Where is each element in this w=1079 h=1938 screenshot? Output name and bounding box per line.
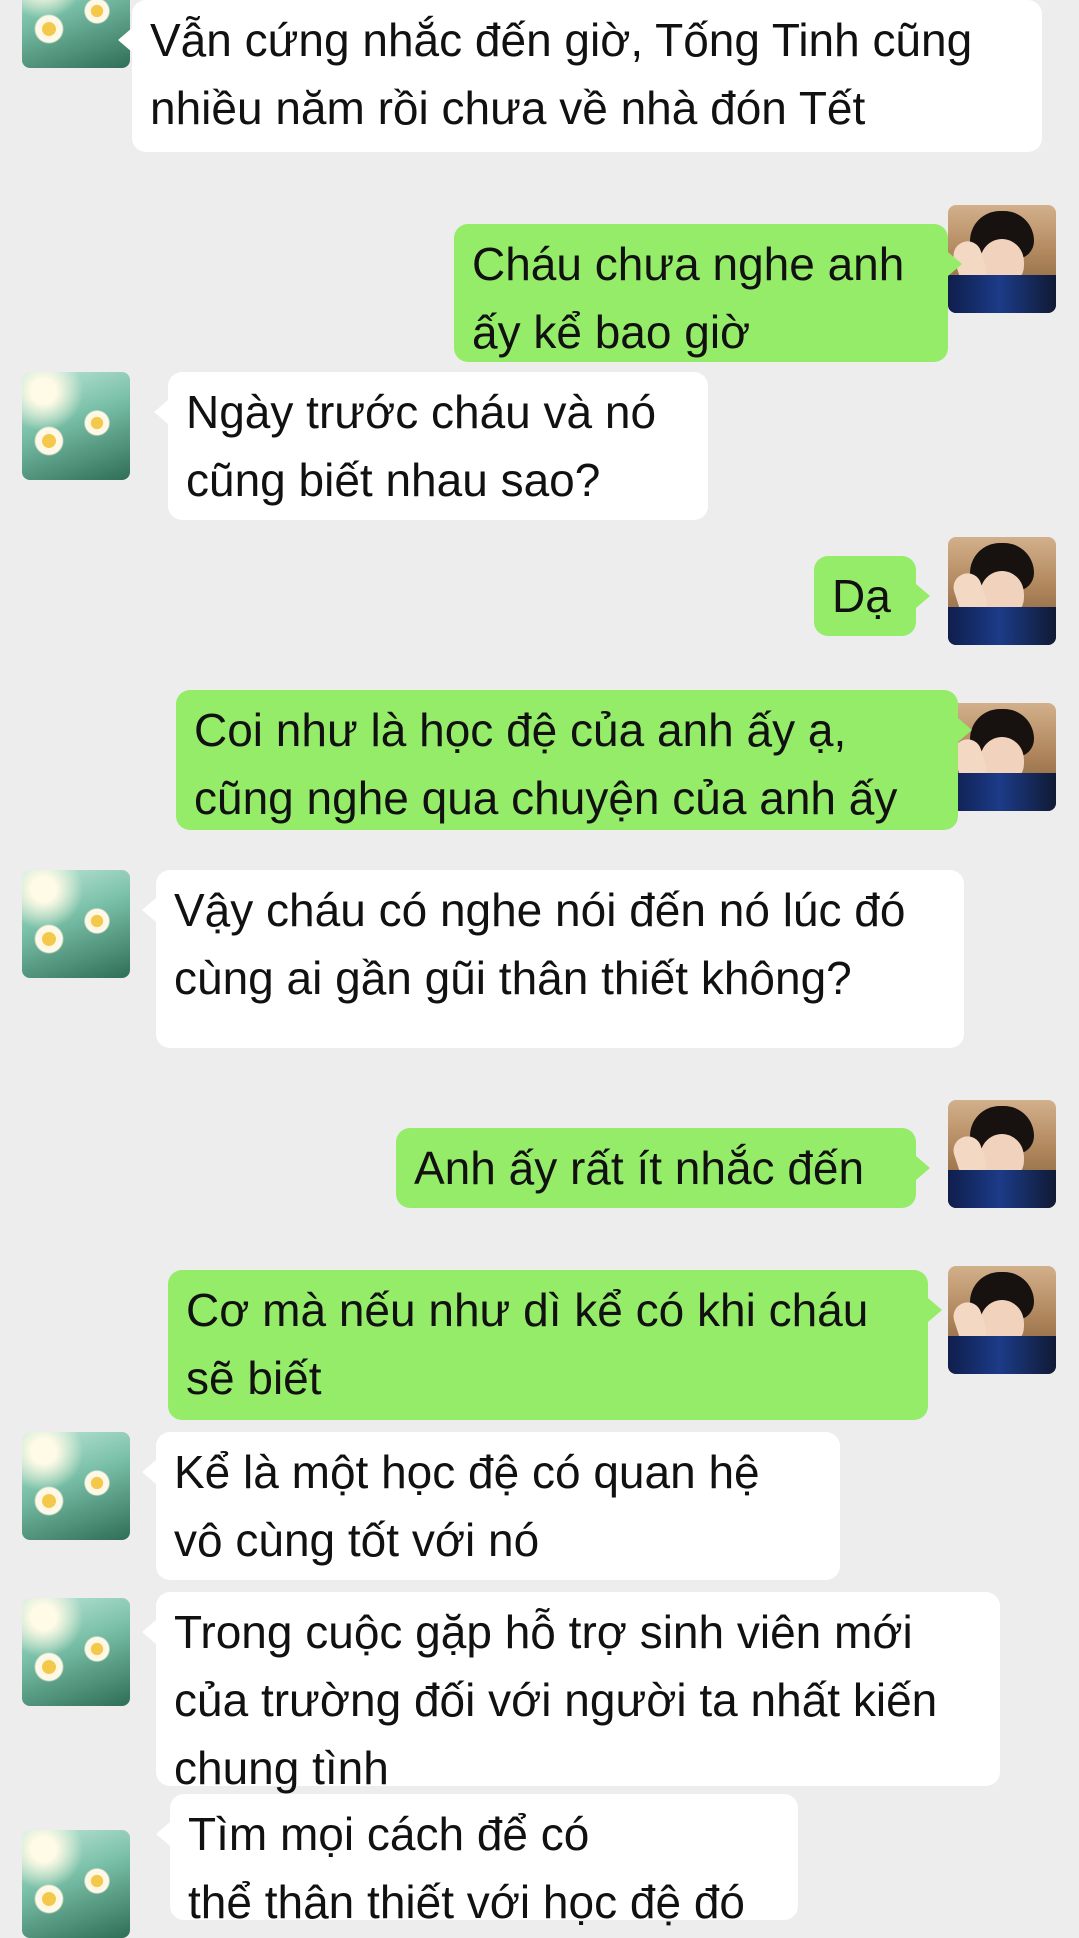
flower-icon (82, 1468, 112, 1498)
user-avatar[interactable] (948, 1100, 1056, 1208)
message-bubble-received[interactable]: Vậy cháu có nghe nói đến nó lúc đó cùng … (142, 870, 964, 1048)
jacket-shape (948, 607, 1056, 645)
message-bubble-received[interactable]: Trong cuộc gặp hỗ trợ sinh viên mới của … (142, 1592, 1000, 1794)
message-bubble-sent[interactable]: Cơ mà nếu như dì kể có khi cháu sẽ biết (168, 1270, 942, 1420)
jacket-shape (948, 275, 1056, 313)
flower-icon (82, 906, 112, 936)
message-bubble-sent[interactable]: Dạ (814, 556, 930, 636)
flower-icon (32, 12, 66, 46)
contact-avatar[interactable] (22, 1432, 130, 1540)
flower-icon (82, 408, 112, 438)
flower-icon (82, 0, 112, 26)
flower-icon (32, 922, 66, 956)
user-avatar[interactable] (948, 205, 1056, 313)
jacket-shape (948, 773, 1056, 811)
flower-icon (82, 1634, 112, 1664)
contact-avatar[interactable] (22, 0, 130, 68)
message-bubble-received[interactable]: Ngày trước cháu và nó cũng biết nhau sao… (154, 372, 708, 520)
jacket-shape (948, 1170, 1056, 1208)
jacket-shape (948, 1336, 1056, 1374)
contact-avatar[interactable] (22, 1598, 130, 1706)
message-bubble-sent[interactable]: Anh ấy rất ít nhắc đến (396, 1128, 930, 1208)
message-bubble-sent[interactable]: Cháu chưa nghe anh ấy kể bao giờ (454, 224, 962, 362)
flower-icon (32, 424, 66, 458)
message-bubble-received[interactable]: Vẫn cứng nhắc đến giờ, Tống Tinh cũng nh… (118, 0, 1042, 152)
contact-avatar[interactable] (22, 870, 130, 978)
flower-icon (32, 1484, 66, 1518)
contact-avatar[interactable] (22, 1830, 130, 1938)
contact-avatar[interactable] (22, 372, 130, 480)
message-bubble-received[interactable]: Kể là một học đệ có quan hệ vô cùng tốt … (142, 1432, 840, 1580)
message-bubble-received[interactable]: Tìm mọi cách để có thể thân thiết với họ… (156, 1794, 798, 1928)
user-avatar[interactable] (948, 537, 1056, 645)
flower-icon (32, 1650, 66, 1684)
flower-icon (82, 1866, 112, 1896)
message-bubble-sent[interactable]: Coi như là học đệ của anh ấy ạ, cũng ngh… (176, 690, 972, 830)
flower-icon (32, 1882, 66, 1916)
user-avatar[interactable] (948, 1266, 1056, 1374)
